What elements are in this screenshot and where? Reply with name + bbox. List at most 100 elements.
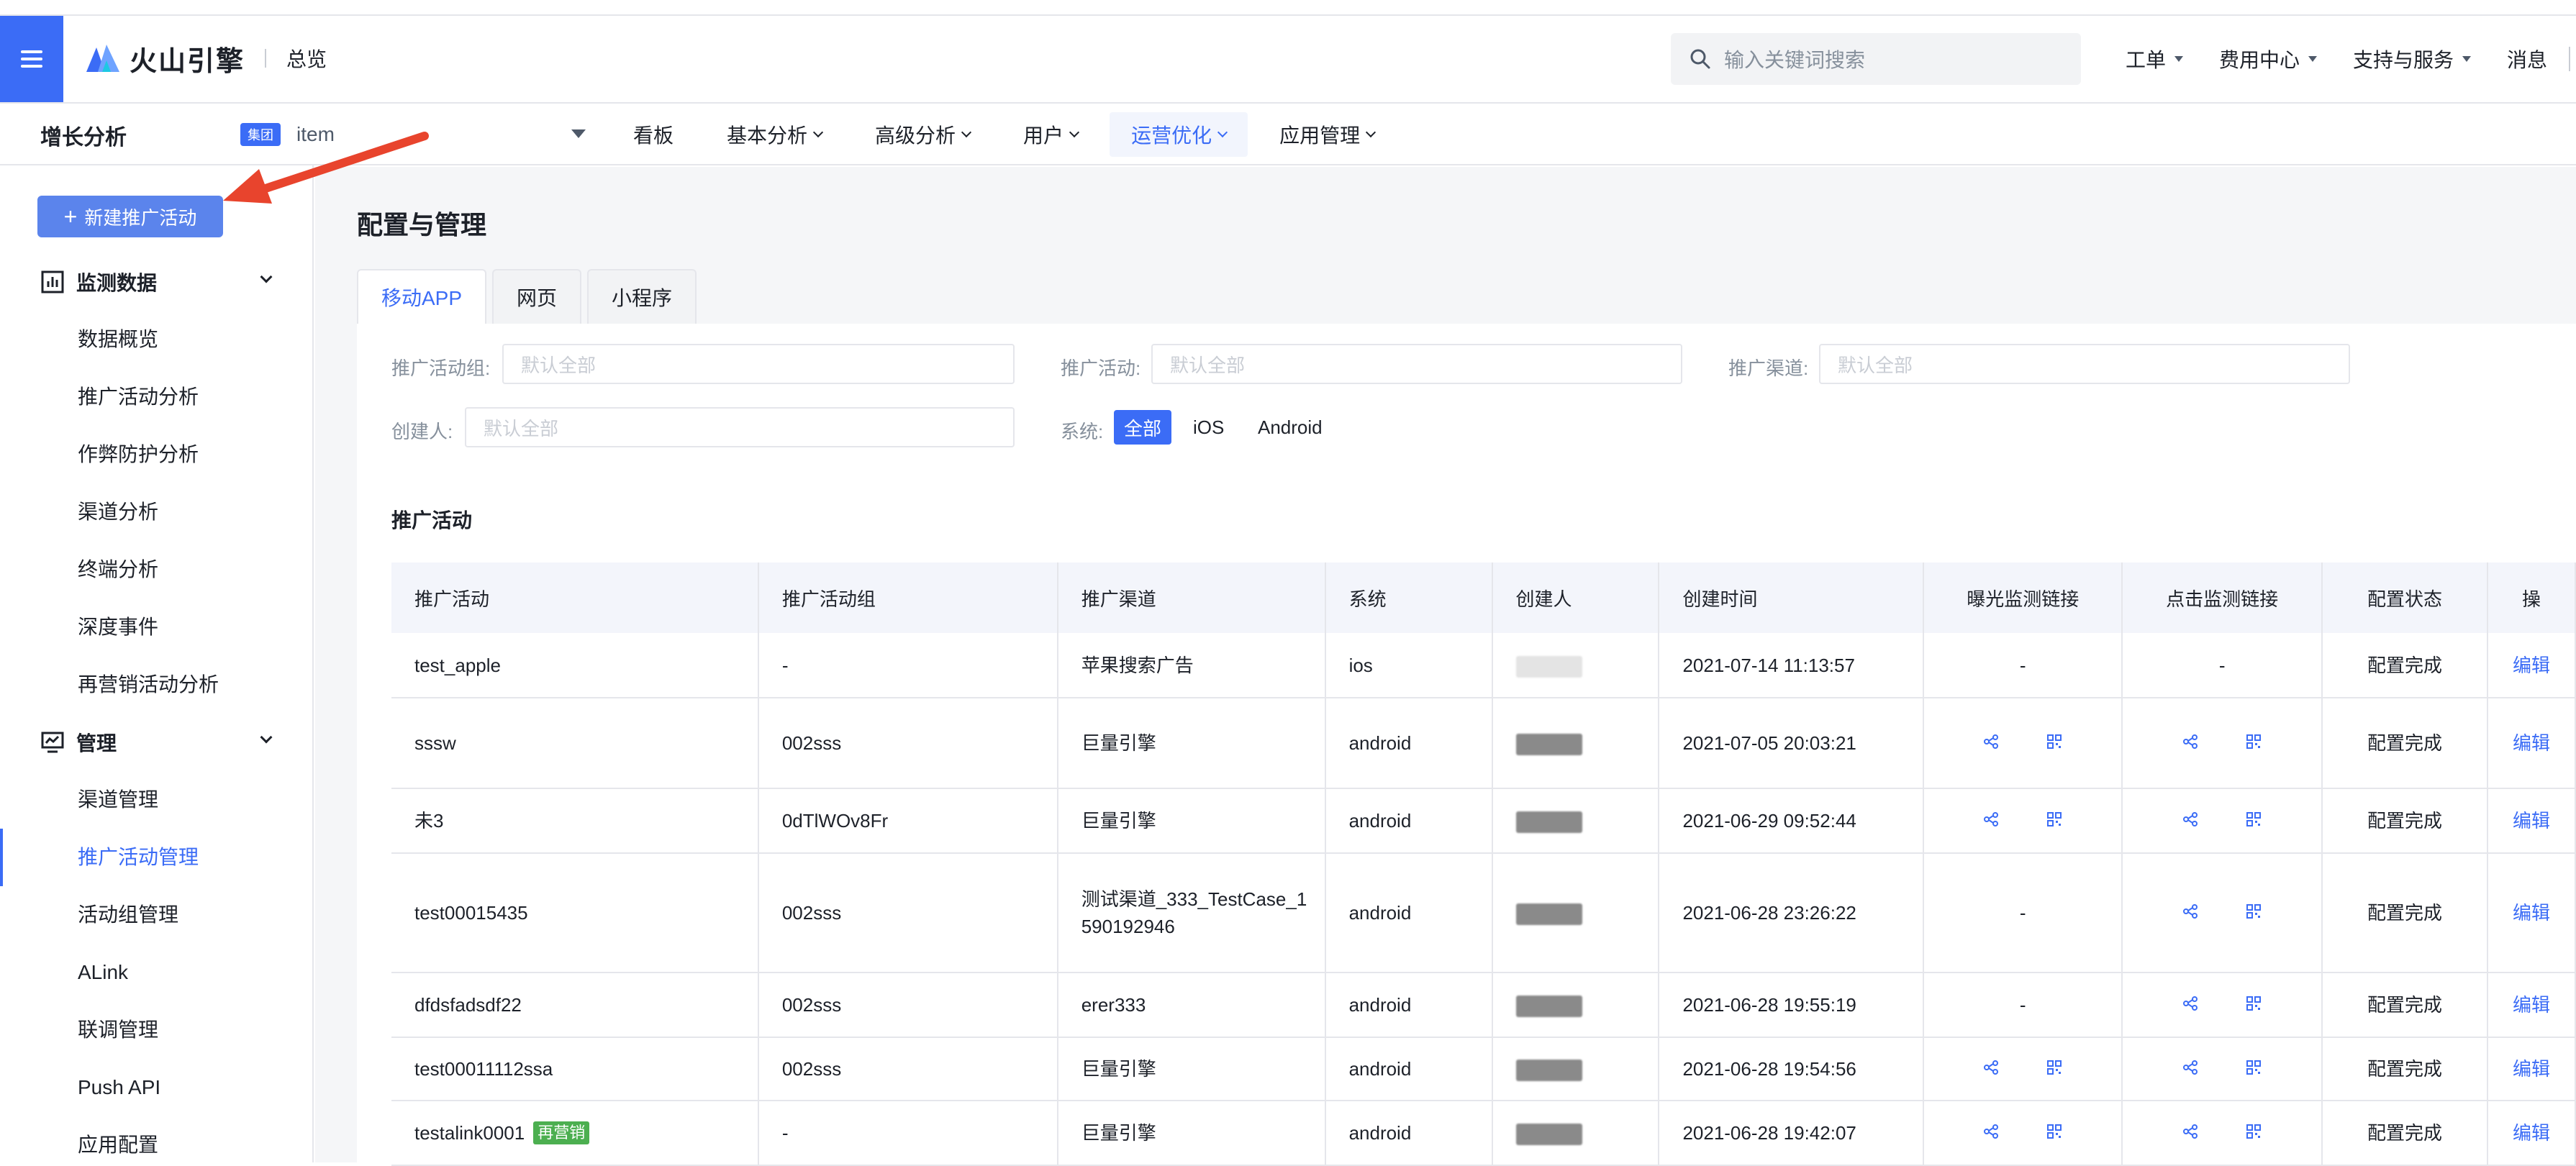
share-link-icon[interactable]: [1983, 1060, 1999, 1075]
sidebar-group-management[interactable]: 管理: [40, 724, 273, 760]
system-option-all[interactable]: 全部: [1114, 410, 1172, 445]
cell-status: 配置完成: [2322, 1037, 2488, 1101]
global-search-input[interactable]: 输入关键词搜索: [1671, 33, 2081, 85]
qr-code-icon[interactable]: [2046, 1060, 2062, 1075]
chevron-down-icon: [1069, 127, 1080, 138]
redacted-creator: [1515, 734, 1582, 756]
share-link-icon[interactable]: [2182, 996, 2198, 1011]
cell-created-time: 2021-06-28 19:54:56: [1659, 1037, 1925, 1101]
cell-creator: [1492, 853, 1660, 973]
sidebar-item-alink[interactable]: ALink: [78, 958, 128, 987]
sidebar-item-channel-analysis[interactable]: 渠道分析: [78, 498, 158, 527]
qr-code-icon[interactable]: [2246, 903, 2262, 919]
qr-code-icon[interactable]: [2246, 996, 2262, 1011]
col-click-link[interactable]: 点击监测链接: [2122, 562, 2323, 633]
cell-created-time: 2021-07-05 20:03:21: [1659, 698, 1925, 789]
tab-basic-analysis[interactable]: 基本分析: [705, 112, 843, 157]
share-link-icon[interactable]: [1983, 734, 1999, 750]
new-campaign-label: 新建推广活动: [84, 206, 197, 229]
edit-link[interactable]: 编辑: [2487, 853, 2576, 973]
sidebar-item-channel-management[interactable]: 渠道管理: [78, 785, 158, 814]
sidebar-group-monitoring[interactable]: 监测数据: [40, 264, 273, 300]
share-link-icon[interactable]: [2182, 734, 2198, 750]
tab-web[interactable]: 网页: [492, 269, 582, 324]
share-link-icon[interactable]: [2182, 1060, 2198, 1075]
filter-campaign-input[interactable]: 默认全部: [1151, 344, 1682, 384]
cell-click-link: [2122, 853, 2323, 973]
col-group[interactable]: 推广活动组: [758, 562, 1058, 633]
share-link-icon[interactable]: [1983, 811, 1999, 827]
col-impression-link[interactable]: 曝光监测链接: [1923, 562, 2123, 633]
edit-link[interactable]: 编辑: [2487, 633, 2576, 698]
col-channel[interactable]: 推广渠道: [1057, 562, 1326, 633]
sidebar-item-device-analysis[interactable]: 终端分析: [78, 555, 158, 584]
share-link-icon[interactable]: [2182, 903, 2198, 919]
sidebar-item-campaign-management[interactable]: 推广活动管理: [78, 843, 199, 872]
filter-creator-input[interactable]: 默认全部: [465, 407, 1015, 447]
sidebar-item-debug-management[interactable]: 联调管理: [78, 1016, 158, 1044]
col-created-time[interactable]: 创建时间: [1659, 562, 1925, 633]
new-campaign-button[interactable]: + 新建推广活动: [37, 196, 223, 237]
active-indicator: [0, 829, 3, 886]
share-link-icon[interactable]: [2182, 811, 2198, 827]
cell-system: android: [1325, 1101, 1493, 1166]
sidebar-item-data-overview[interactable]: 数据概览: [78, 325, 158, 354]
qr-code-icon[interactable]: [2046, 811, 2062, 827]
nav-messages[interactable]: 消息: [2507, 45, 2547, 73]
brand-logo[interactable]: 火山引擎 总览: [85, 33, 327, 83]
qr-code-icon[interactable]: [2246, 1124, 2262, 1139]
col-status[interactable]: 配置状态: [2322, 562, 2488, 633]
tab-advanced-analysis[interactable]: 高级分析: [853, 112, 992, 157]
tab-dashboard[interactable]: 看板: [612, 112, 695, 157]
filter-channel-input[interactable]: 默认全部: [1819, 344, 2350, 384]
sidebar-item-deep-events[interactable]: 深度事件: [78, 613, 158, 642]
qr-code-icon[interactable]: [2246, 734, 2262, 750]
chevron-down-icon: [260, 270, 273, 283]
edit-link[interactable]: 编辑: [2487, 1037, 2576, 1101]
col-system[interactable]: 系统: [1325, 562, 1493, 633]
sidebar-item-push-api[interactable]: Push API: [78, 1073, 160, 1102]
edit-link[interactable]: 编辑: [2487, 1101, 2576, 1166]
sidebar-item-app-config[interactable]: 应用配置: [78, 1131, 158, 1160]
qr-code-icon[interactable]: [2046, 734, 2062, 750]
nav-billing[interactable]: 费用中心: [2219, 45, 2318, 73]
sidebar-item-fraud-analysis[interactable]: 作弊防护分析: [78, 440, 199, 469]
system-option-android[interactable]: Android: [1248, 410, 1333, 445]
qr-code-icon[interactable]: [2246, 811, 2262, 827]
sidebar-item-campaign-analysis[interactable]: 推广活动分析: [78, 383, 199, 411]
chevron-down-icon: [260, 731, 273, 744]
tab-mini-program[interactable]: 小程序: [587, 269, 697, 324]
nav-ticket[interactable]: 工单: [2126, 45, 2184, 73]
edit-link[interactable]: 编辑: [2487, 788, 2576, 854]
edit-link[interactable]: 编辑: [2487, 973, 2576, 1038]
cell-creator: [1492, 1037, 1660, 1101]
platform-tabs: 移动APP 网页 小程序: [357, 269, 702, 324]
filter-system-label: 系统:: [1061, 421, 1104, 442]
qr-code-icon[interactable]: [2046, 1124, 2062, 1139]
cell-creator: [1492, 1101, 1660, 1166]
cell-impression-link: [1923, 788, 2123, 854]
tab-mobile-app[interactable]: 移动APP: [357, 269, 487, 324]
cell-impression-link: -: [1923, 973, 2123, 1038]
sidebar-item-remarketing-analysis[interactable]: 再营销活动分析: [78, 670, 219, 699]
col-campaign[interactable]: 推广活动: [391, 562, 759, 633]
tab-basic-analysis-label: 基本分析: [727, 124, 808, 147]
volcano-logo-icon: [86, 45, 119, 72]
overview-link[interactable]: 总览: [286, 44, 327, 73]
filter-campaign-label: 推广活动:: [1061, 357, 1141, 379]
tab-app-management[interactable]: 应用管理: [1258, 112, 1396, 157]
edit-link[interactable]: 编辑: [2487, 698, 2576, 789]
filter-group-input[interactable]: 默认全部: [502, 344, 1015, 384]
sidebar-item-group-management[interactable]: 活动组管理: [78, 901, 178, 929]
cell-creator: [1492, 973, 1660, 1038]
share-link-icon[interactable]: [1983, 1124, 1999, 1139]
hamburger-menu-button[interactable]: [0, 16, 63, 102]
top-header: 火山引擎 总览 输入关键词搜索 工单 费用中心 支持与服务 消息: [0, 16, 2576, 104]
share-link-icon[interactable]: [2182, 1124, 2198, 1139]
tab-operations[interactable]: 运营优化: [1110, 112, 1248, 157]
system-option-ios[interactable]: iOS: [1183, 410, 1234, 445]
col-creator[interactable]: 创建人: [1492, 562, 1660, 633]
nav-support[interactable]: 支持与服务: [2353, 45, 2472, 73]
tab-users[interactable]: 用户: [1002, 112, 1099, 157]
qr-code-icon[interactable]: [2246, 1060, 2262, 1075]
